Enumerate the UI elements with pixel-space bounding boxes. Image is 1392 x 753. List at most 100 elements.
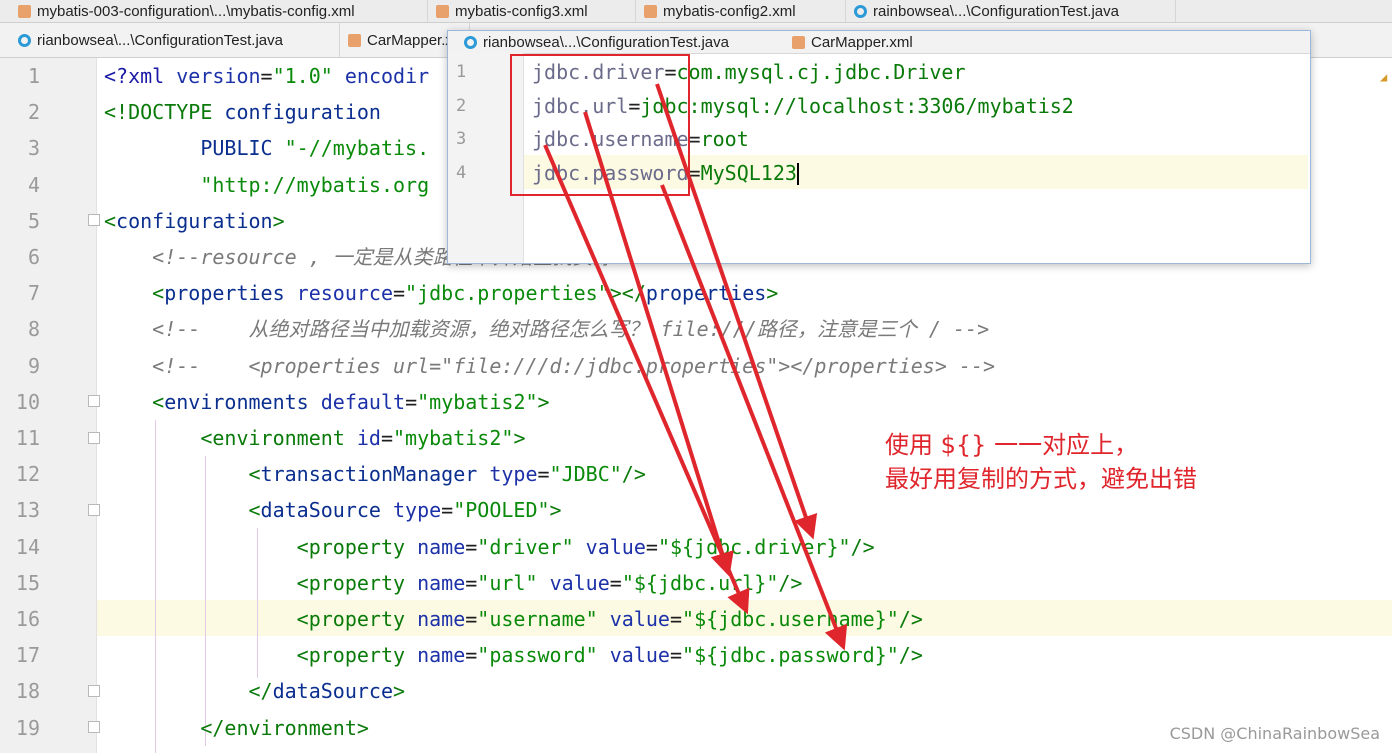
code-token: = <box>441 498 454 523</box>
code-token: value <box>609 643 670 668</box>
code-line[interactable]: <environment id="mybatis2"> <box>104 420 525 456</box>
code-token: = <box>405 389 418 414</box>
tab-mybatis-config2-xml[interactable]: mybatis-config2.xml <box>636 0 846 22</box>
property-value: jdbc:mysql://localhost:3306/mybatis2 <box>640 93 1074 118</box>
code-token: encodir <box>344 64 430 88</box>
xml-file-icon <box>644 4 657 18</box>
code-token: <environment <box>200 426 357 450</box>
code-token: configuration <box>116 208 273 233</box>
code-token: <property <box>296 570 418 595</box>
java-class-icon <box>464 35 477 49</box>
code-token: > <box>537 389 550 414</box>
code-line[interactable]: <property name="driver" value="${jdbc.dr… <box>104 529 875 565</box>
java-class-icon <box>18 33 31 47</box>
code-token: > <box>393 679 406 704</box>
code-token: dataSource <box>272 679 394 704</box>
code-line[interactable]: <properties resource="jdbc.properties"><… <box>104 275 778 311</box>
property-value: MySQL123 <box>700 160 797 185</box>
tab-mybatis-config-xml[interactable]: mybatis-003-configuration\...\mybatis-co… <box>10 0 428 22</box>
code-line[interactable]: <property name="password" value="${jdbc.… <box>104 637 923 673</box>
code-token: <!DOCTYPE <box>104 100 225 125</box>
code-line[interactable]: <?xml version="1.0" encodir <box>104 58 429 94</box>
code-line[interactable]: <!-- <properties url="file:///d:/jdbc.pr… <box>104 348 995 384</box>
text-caret <box>796 163 799 185</box>
code-line[interactable]: <transactionManager type="JDBC"/> <box>104 456 646 492</box>
code-token: = <box>645 534 658 559</box>
tab-rianbowsea-configuration-test[interactable]: rianbowsea\...\ConfigurationTest.java <box>10 23 340 57</box>
code-line[interactable]: <environments default="mybatis2"> <box>104 384 550 420</box>
code-token: "1.0" <box>272 64 333 88</box>
code-token: = <box>380 426 394 450</box>
code-token: > <box>272 208 285 233</box>
code-token: "POOLED" <box>453 498 550 523</box>
code-token: = <box>465 570 478 595</box>
code-token: /> <box>850 534 875 559</box>
property-value: com.mysql.cj.jdbc.Driver <box>676 60 966 84</box>
tab-label: rianbowsea\...\ConfigurationTest.java <box>37 31 283 49</box>
xml-file-icon <box>348 33 361 47</box>
code-token: transactionManager <box>260 462 490 487</box>
code-line[interactable]: "http://mybatis.org <box>104 167 429 203</box>
popup-tab-configuration-test[interactable]: rianbowsea\...\ConfigurationTest.java <box>456 31 737 53</box>
code-token: value <box>585 534 646 559</box>
code-token: PUBLIC <box>200 136 285 161</box>
tab-label: rianbowsea\...\ConfigurationTest.java <box>483 33 729 51</box>
code-token: </environment> <box>200 715 369 740</box>
code-token: "password" <box>477 643 598 668</box>
code-line[interactable]: <!DOCTYPE configuration <box>104 94 381 130</box>
code-token: "JDBC" <box>549 462 622 487</box>
code-token: "jdbc.properties" <box>405 281 610 306</box>
xml-file-icon <box>792 35 805 49</box>
tab-mybatis-config3-xml[interactable]: mybatis-config3.xml <box>428 0 636 22</box>
scroll-marker-icon[interactable]: ◢ <box>1380 70 1390 84</box>
code-token: = <box>260 64 273 88</box>
code-line[interactable]: <!-- 从绝对路径当中加载资源，绝对路径怎么写？ file:///路径，注意是… <box>104 311 989 347</box>
code-line[interactable]: PUBLIC "-//mybatis. <box>104 130 429 166</box>
code-token: value <box>609 607 670 631</box>
popup-tab-carmapper[interactable]: CarMapper.xml <box>784 31 921 53</box>
code-token: dataSource <box>260 498 393 523</box>
code-line[interactable]: <property name="username" value="${jdbc.… <box>104 601 923 637</box>
tab-label: mybatis-003-configuration\...\mybatis-co… <box>37 2 355 20</box>
code-token: = <box>465 534 478 559</box>
code-token: <property <box>296 534 418 559</box>
annotation-text: 使用 ${} 一一对应上， 最好用复制的方式，避免出错 <box>885 431 1197 493</box>
code-token: value <box>549 570 610 595</box>
tab-configuration-test-java[interactable]: rainbowsea\...\ConfigurationTest.java <box>846 0 1176 22</box>
code-line[interactable]: </environment> <box>104 710 369 746</box>
xml-file-icon <box>18 4 31 18</box>
code-token: "mybatis2" <box>417 389 538 414</box>
code-line[interactable]: <dataSource type="POOLED"> <box>104 492 562 528</box>
code-token: "driver" <box>477 534 574 559</box>
code-token: <property <box>296 607 418 631</box>
annotation-highlight-box <box>510 54 690 196</box>
code-token: /> <box>898 607 923 631</box>
code-token: name <box>417 534 466 559</box>
code-token: < <box>152 389 165 414</box>
code-token: > <box>549 498 562 523</box>
code-token: > <box>766 281 779 306</box>
code-line[interactable]: </dataSource> <box>104 673 406 709</box>
code-token: = <box>669 643 683 668</box>
code-token: = <box>465 643 478 668</box>
code-line[interactable]: <property name="url" value="${jdbc.url}"… <box>104 565 803 601</box>
code-token: <property <box>296 643 418 668</box>
code-line[interactable]: <configuration> <box>104 203 285 239</box>
code-token: "http://mybatis.org <box>200 172 430 197</box>
code-token: /> <box>621 462 646 487</box>
code-token: "${jdbc.url}" <box>621 570 779 595</box>
